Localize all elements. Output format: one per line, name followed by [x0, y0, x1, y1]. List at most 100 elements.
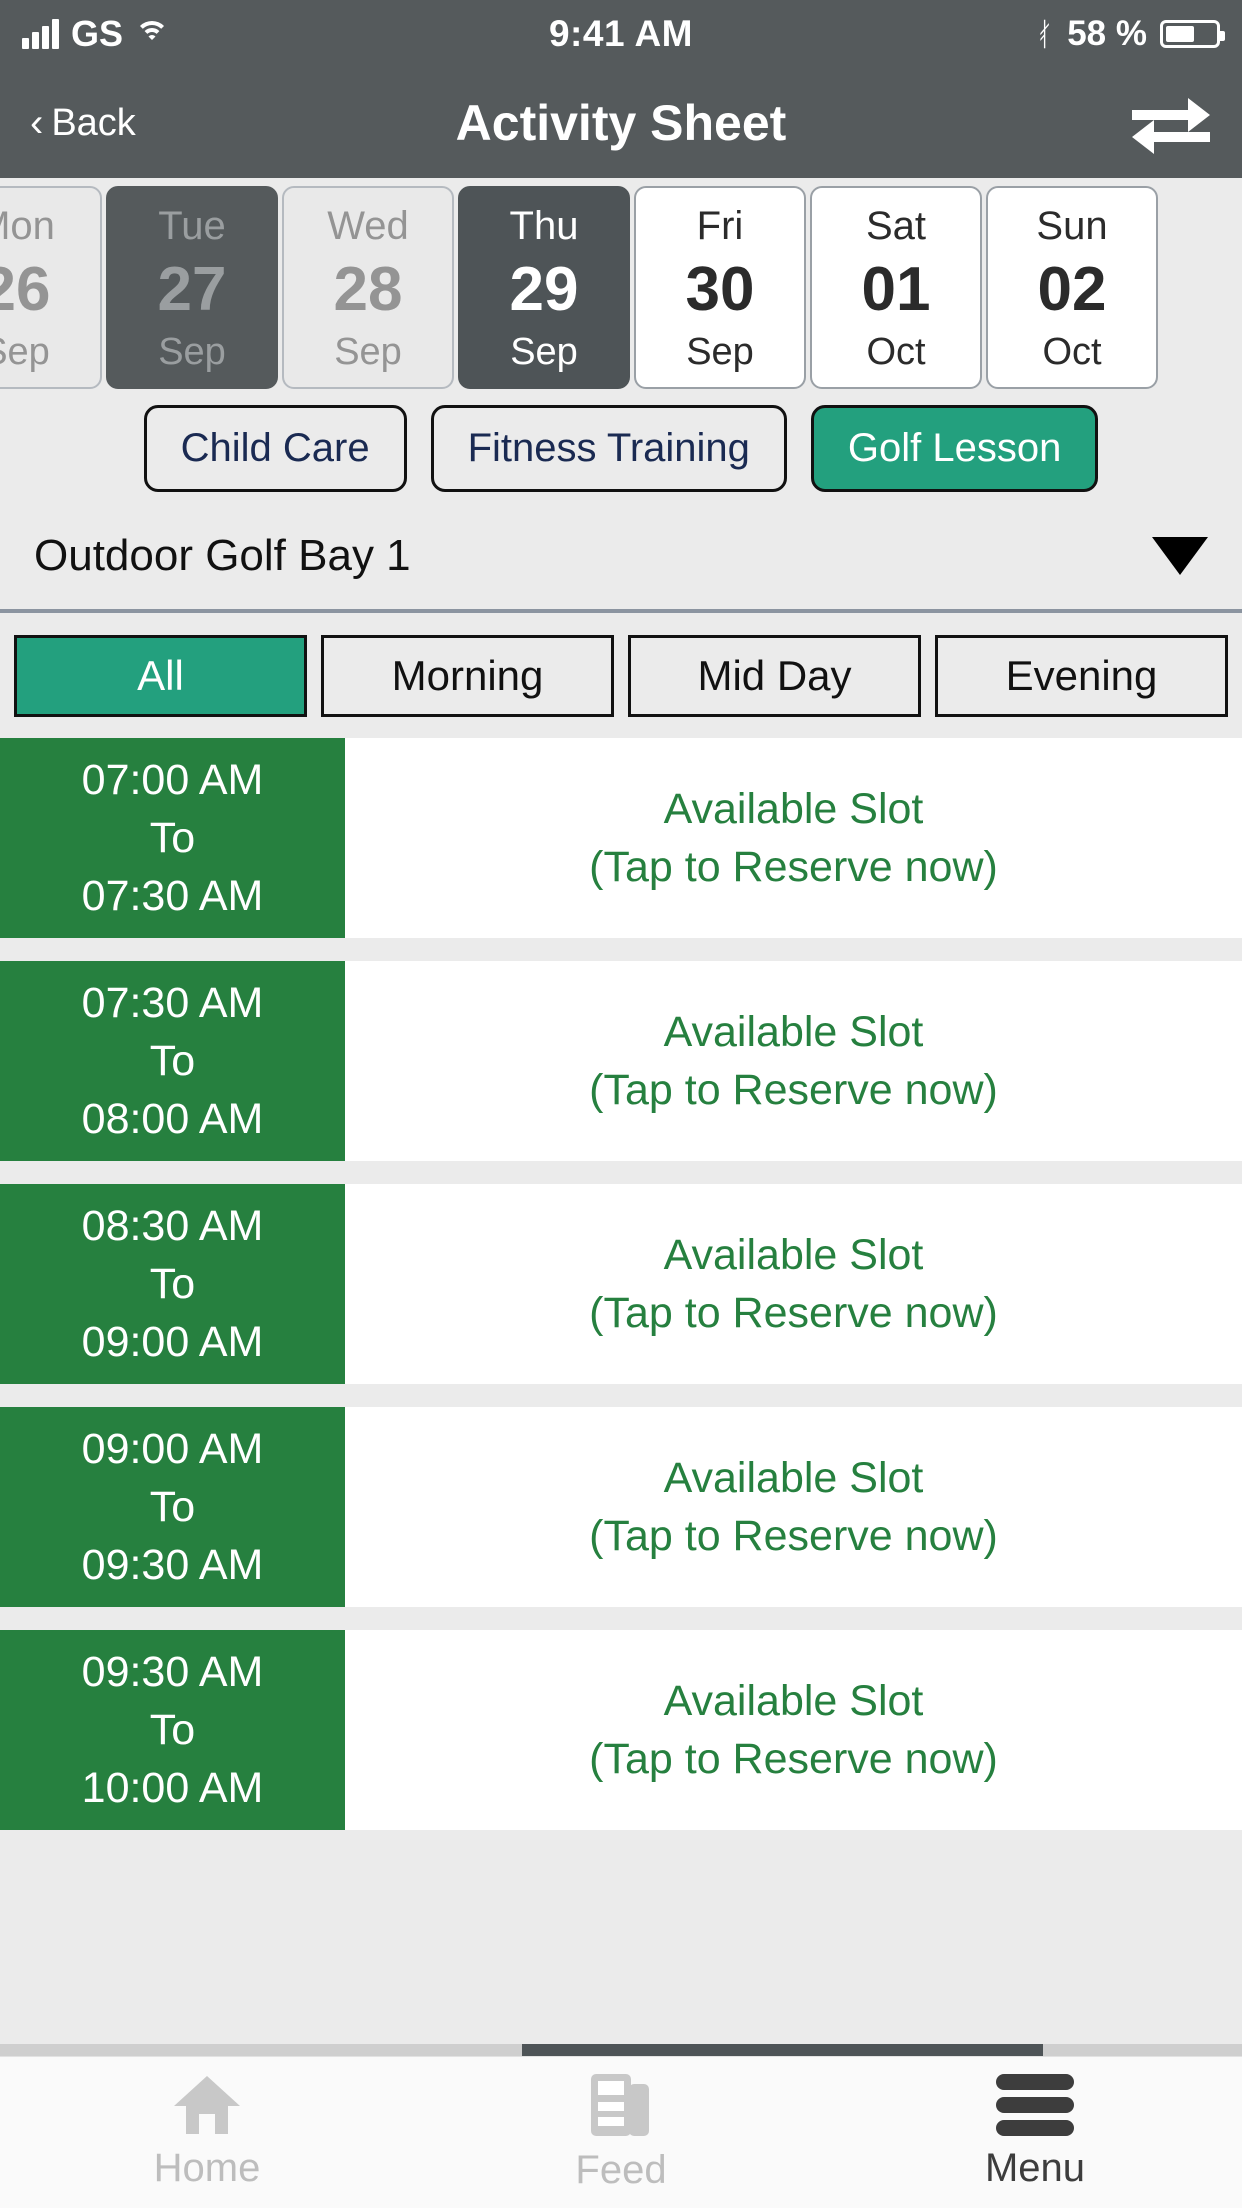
bluetooth-icon: ᚰ — [1035, 16, 1055, 52]
bay-selector-dropdown[interactable]: Outdoor Golf Bay 1 — [0, 503, 1242, 613]
bay-selector-value: Outdoor Golf Bay 1 — [34, 531, 411, 580]
slot-status[interactable]: Available Slot (Tap to Reserve now) — [345, 1407, 1242, 1607]
chevron-left-icon: ‹ — [30, 101, 44, 145]
date-weekday: Tue — [158, 204, 226, 248]
date-weekday: Wed — [327, 204, 409, 248]
slot-status-label: Available Slot — [663, 1676, 924, 1725]
slot-start-time: 09:00 AM — [81, 1424, 264, 1473]
slot-row[interactable]: 08:30 AM To 09:00 AM Available Slot (Tap… — [0, 1184, 1242, 1384]
status-bar: GS 9:41 AM ᚰ 58 % — [0, 0, 1242, 68]
date-day: 01 — [861, 254, 931, 324]
slot-time-range: 09:30 AM To 10:00 AM — [0, 1630, 345, 1830]
slot-status[interactable]: Available Slot (Tap to Reserve now) — [345, 961, 1242, 1161]
date-day: 27 — [157, 254, 227, 324]
battery-icon — [1160, 20, 1225, 48]
date-weekday: Mon — [0, 204, 55, 248]
slot-end-time: 09:00 AM — [81, 1318, 264, 1367]
date-day: 29 — [509, 254, 579, 324]
slot-list[interactable]: 07:00 AM To 07:30 AM Available Slot (Tap… — [0, 738, 1242, 2056]
nav-item-feed[interactable]: Feed — [414, 2072, 828, 2193]
date-month: Sep — [510, 331, 578, 373]
activity-chip-fitness-training[interactable]: Fitness Training — [430, 404, 787, 492]
slot-start-time: 08:30 AM — [81, 1201, 264, 1250]
slot-end-time: 07:30 AM — [81, 872, 264, 921]
date-day: 30 — [685, 254, 755, 324]
chevron-down-icon — [1152, 537, 1208, 575]
date-card-sat[interactable]: Sat 01 Oct — [810, 186, 982, 389]
slot-status-label: Available Slot — [663, 1453, 924, 1502]
slot-start-time: 07:30 AM — [81, 978, 264, 1027]
tab-evening[interactable]: Evening — [935, 634, 1228, 717]
time-of-day-tabs: All Morning Mid Day Evening — [0, 613, 1242, 738]
slot-status-label: Available Slot — [663, 784, 924, 833]
date-card-mon[interactable]: Mon 26 Sep — [0, 186, 102, 389]
home-icon — [170, 2074, 244, 2136]
slot-end-time: 08:00 AM — [81, 1095, 264, 1144]
feed-icon — [589, 2072, 653, 2138]
status-bar-right: ᚰ 58 % — [1035, 14, 1225, 54]
activity-type-filter: Child Care Fitness Training Golf Lesson — [0, 393, 1242, 503]
bottom-navigation: Home Feed Menu — [0, 2056, 1242, 2208]
slot-action-hint: (Tap to Reserve now) — [589, 843, 998, 891]
slot-status[interactable]: Available Slot (Tap to Reserve now) — [345, 1184, 1242, 1384]
nav-item-menu[interactable]: Menu — [828, 2074, 1242, 2191]
date-weekday: Fri — [696, 204, 744, 248]
swap-arrows-icon[interactable] — [1130, 92, 1212, 154]
slot-start-time: 09:30 AM — [81, 1647, 264, 1696]
date-card-fri[interactable]: Fri 30 Sep — [634, 186, 806, 389]
tab-all[interactable]: All — [14, 634, 307, 717]
tab-mid-day[interactable]: Mid Day — [628, 634, 921, 717]
date-strip[interactable]: Mon 26 Sep Tue 27 Sep Wed 28 Sep Thu 29 … — [0, 178, 1242, 393]
slot-separator: To — [149, 813, 196, 862]
date-day: 28 — [333, 254, 403, 324]
date-month: Oct — [866, 331, 926, 373]
slot-row[interactable]: 09:30 AM To 10:00 AM Available Slot (Tap… — [0, 1630, 1242, 1830]
date-month: Oct — [1042, 331, 1102, 373]
horizontal-scrollbar[interactable] — [0, 2044, 1242, 2056]
status-bar-left: GS — [22, 13, 170, 55]
app-screen: GS 9:41 AM ᚰ 58 % ‹ Back Activity Sheet … — [0, 0, 1242, 2208]
date-day: 26 — [0, 254, 51, 324]
date-card-sun[interactable]: Sun 02 Oct — [986, 186, 1158, 389]
slot-time-range: 07:30 AM To 08:00 AM — [0, 961, 345, 1161]
slot-status[interactable]: Available Slot (Tap to Reserve now) — [345, 738, 1242, 938]
activity-chip-child-care[interactable]: Child Care — [143, 404, 407, 492]
date-month: Sep — [0, 331, 50, 373]
date-month: Sep — [686, 331, 754, 373]
hamburger-menu-icon — [996, 2074, 1074, 2136]
activity-chip-golf-lesson[interactable]: Golf Lesson — [810, 404, 1099, 492]
date-card-wed[interactable]: Wed 28 Sep — [282, 186, 454, 389]
slot-status-label: Available Slot — [663, 1007, 924, 1056]
slot-row[interactable]: 07:30 AM To 08:00 AM Available Slot (Tap… — [0, 961, 1242, 1161]
date-day: 02 — [1037, 254, 1107, 324]
slot-action-hint: (Tap to Reserve now) — [589, 1512, 998, 1560]
back-button[interactable]: ‹ Back — [30, 102, 136, 145]
date-weekday: Sun — [1036, 204, 1108, 248]
signal-bars-icon — [22, 19, 59, 49]
slot-action-hint: (Tap to Reserve now) — [589, 1289, 998, 1337]
slot-status-label: Available Slot — [663, 1230, 924, 1279]
date-card-tue[interactable]: Tue 27 Sep — [106, 186, 278, 389]
slot-separator: To — [149, 1036, 196, 1085]
slot-time-range: 07:00 AM To 07:30 AM — [0, 738, 345, 938]
slot-end-time: 09:30 AM — [81, 1541, 264, 1590]
slot-start-time: 07:00 AM — [81, 755, 264, 804]
app-header: ‹ Back Activity Sheet — [0, 68, 1242, 178]
date-weekday: Thu — [509, 204, 579, 248]
nav-item-home[interactable]: Home — [0, 2074, 414, 2191]
date-card-thu[interactable]: Thu 29 Sep — [458, 186, 630, 389]
slot-row[interactable]: 09:00 AM To 09:30 AM Available Slot (Tap… — [0, 1407, 1242, 1607]
date-weekday: Sat — [865, 204, 927, 248]
tab-morning[interactable]: Morning — [321, 634, 614, 717]
slot-time-range: 08:30 AM To 09:00 AM — [0, 1184, 345, 1384]
slot-separator: To — [149, 1482, 196, 1531]
back-label: Back — [51, 101, 136, 144]
date-month: Sep — [158, 331, 226, 373]
slot-row[interactable]: 07:00 AM To 07:30 AM Available Slot (Tap… — [0, 738, 1242, 938]
nav-label-feed: Feed — [575, 2148, 667, 2192]
slot-end-time: 10:00 AM — [81, 1764, 264, 1813]
slot-time-range: 09:00 AM To 09:30 AM — [0, 1407, 345, 1607]
slot-status[interactable]: Available Slot (Tap to Reserve now) — [345, 1630, 1242, 1830]
slot-action-hint: (Tap to Reserve now) — [589, 1735, 998, 1783]
slot-separator: To — [149, 1705, 196, 1754]
